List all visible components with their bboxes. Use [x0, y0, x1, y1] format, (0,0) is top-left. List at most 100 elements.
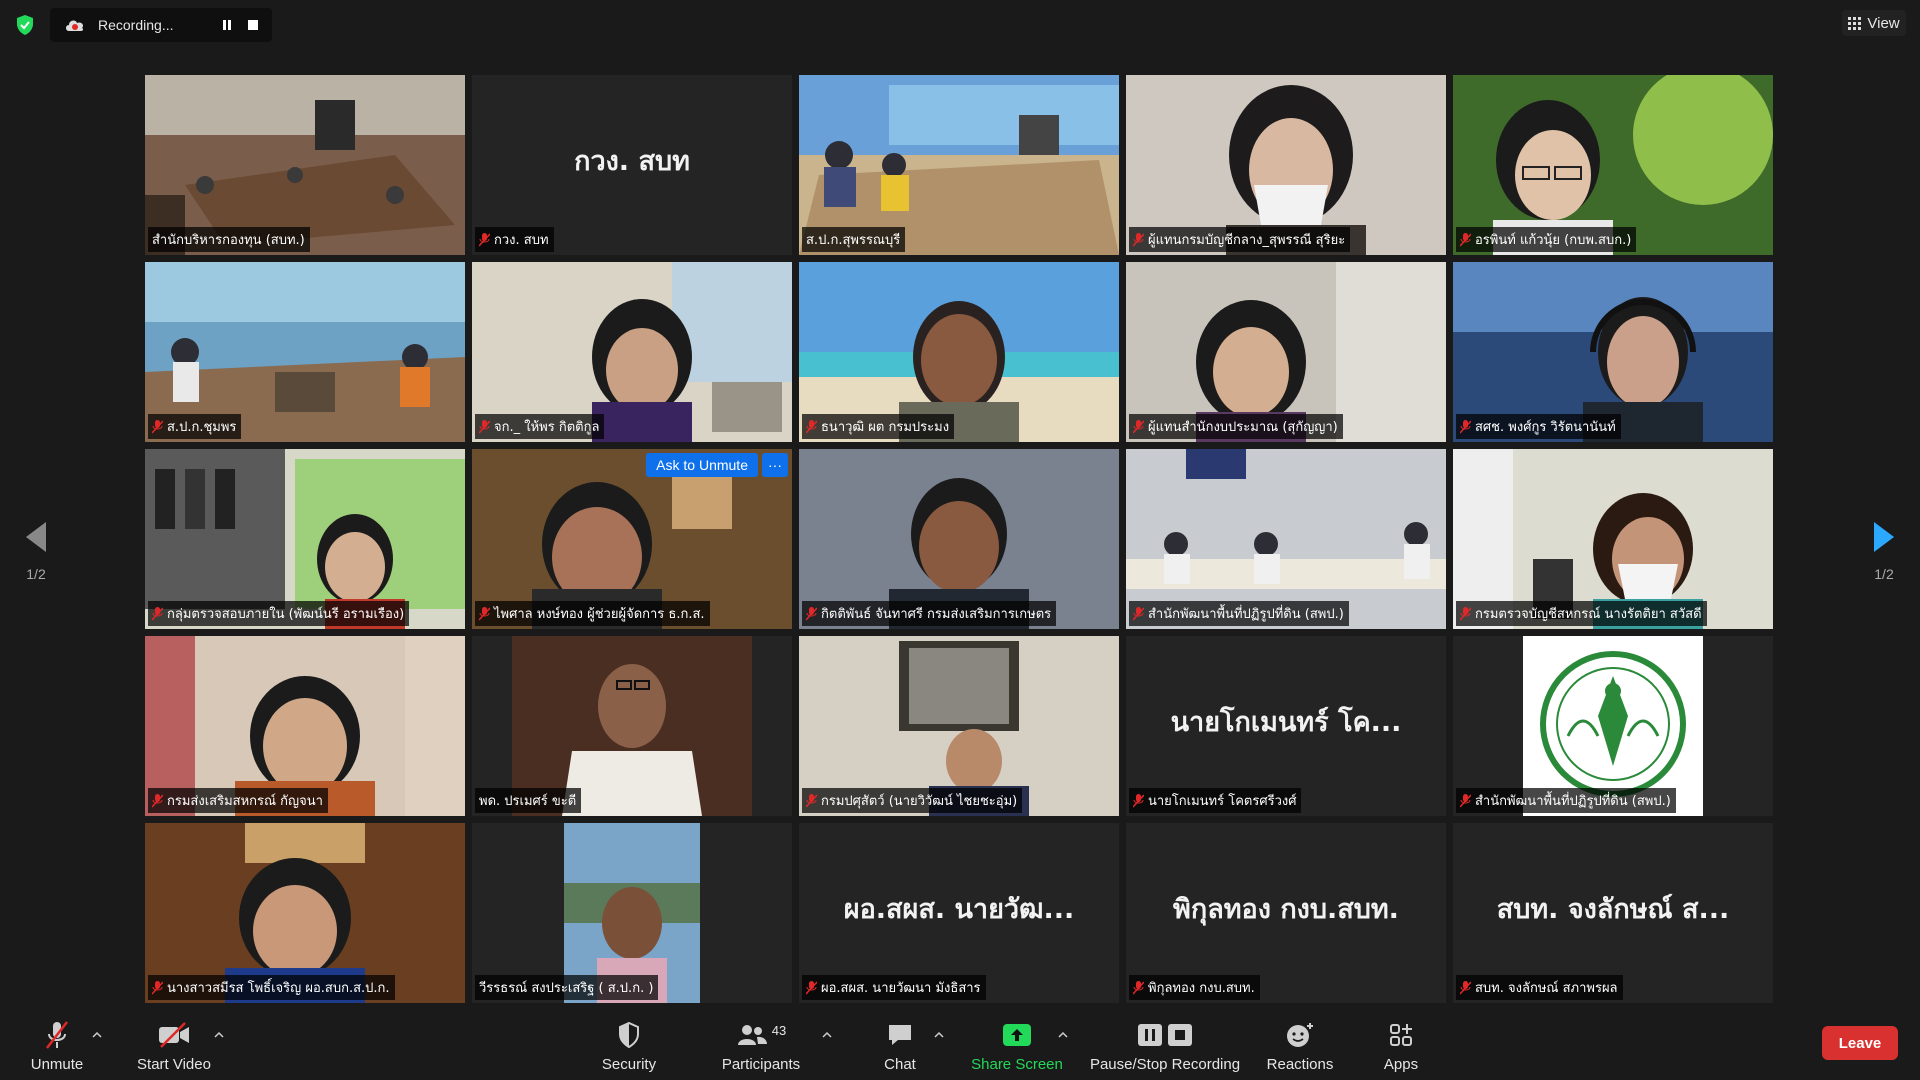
muted-mic-icon — [479, 606, 490, 621]
participant-name: วีรรธรณ์ สงประเสริฐ ( ส.ป.ก. ) — [475, 975, 659, 1000]
meeting-toolbar: Unmute Start Video Security 43 Participa… — [0, 1008, 1920, 1080]
participants-options-caret-icon[interactable] — [820, 1030, 834, 1040]
share-options-caret-icon[interactable] — [1056, 1030, 1070, 1040]
share-screen-button[interactable]: Share Screen — [968, 1014, 1066, 1078]
participant-tile[interactable]: Ask to Unmute ··· ไพศาล หงษ์ทอง ผู้ช่วยผ… — [472, 449, 792, 629]
muted-mic-icon — [1460, 419, 1471, 434]
participant-tile[interactable]: ผู้แทนกรมบัญชีกลาง_สุพรรณี สุริยะ — [1126, 75, 1446, 255]
participant-tile[interactable]: สบท. จงลักษณ์ ส... สบท. จงลักษณ์ สภาพรผล — [1453, 823, 1773, 1003]
participant-tile[interactable]: นางสาวสมีรส โพธิ์เจริญ ผอ.สบก.ส.ป.ก. — [145, 823, 465, 1003]
participant-tile[interactable]: กิตติพันธ์ จันทาศรี กรมส่งเสริมการเกษตร — [799, 449, 1119, 629]
participant-tile-active-speaker[interactable]: พด. ปรเมศร์ ขะตี — [472, 636, 792, 816]
unmute-button[interactable]: Unmute — [28, 1014, 86, 1078]
participant-tile[interactable]: กวง. สบท กวง. สบท — [472, 75, 792, 255]
participant-name: กรมส่งเสริมสหกรณ์ กัญจนา — [148, 788, 328, 813]
video-off-icon — [159, 1022, 189, 1048]
participant-tile[interactable]: ธนาวุฒิ ผต กรมประมง — [799, 262, 1119, 442]
participant-tile[interactable]: ผอ.สผส. นายวัฒ... ผอ.สผส. นายวัฒนา มังธิ… — [799, 823, 1119, 1003]
security-shield-icon[interactable] — [14, 14, 36, 36]
participant-name: สำนักพัฒนาพื้นที่ปฏิรูปที่ดิน (สพป.) — [1456, 788, 1676, 813]
participant-tile[interactable]: สำนักบริหารกองทุน (สบท.) — [145, 75, 465, 255]
arrow-left-icon[interactable] — [24, 520, 48, 554]
participants-icon — [737, 1025, 767, 1045]
page-right: 1/2 — [1864, 520, 1904, 582]
participant-display-name: นายโกเมนทร์ โค... — [1170, 707, 1402, 739]
muted-mic-icon — [1133, 606, 1144, 621]
pause-recording-button[interactable] — [214, 12, 240, 38]
recording-indicator: Recording... — [50, 8, 272, 42]
chat-button[interactable]: Chat — [878, 1014, 922, 1078]
participant-tile[interactable]: ส.ป.ก.ชุมพร — [145, 262, 465, 442]
recording-label: Recording... — [98, 17, 174, 33]
more-options-button[interactable]: ··· — [762, 453, 788, 477]
participant-name: สศช. พงศ์กูร วิรัตนานันท์ — [1456, 414, 1621, 439]
participant-display-name: ผอ.สผส. นายวัฒ... — [843, 894, 1075, 926]
participant-tile[interactable]: พิกุลทอง กงบ.สบท. พิกุลทอง กงบ.สบท. — [1126, 823, 1446, 1003]
participant-tile[interactable]: สำนักพัฒนาพื้นที่ปฏิรูปที่ดิน (สพป.) — [1126, 449, 1446, 629]
start-video-button[interactable]: Start Video — [132, 1014, 216, 1078]
leave-button[interactable]: Leave — [1822, 1026, 1898, 1060]
reactions-label: Reactions — [1266, 1056, 1334, 1073]
participant-name: กิตติพันธ์ จันทาศรี กรมส่งเสริมการเกษตร — [802, 601, 1057, 626]
participant-tile[interactable]: กรมส่งเสริมสหกรณ์ กัญจนา — [145, 636, 465, 816]
apps-button[interactable]: Apps — [1380, 1014, 1422, 1078]
participant-display-name: สบท. จงลักษณ์ ส... — [1496, 894, 1730, 926]
pause-icon — [1138, 1024, 1162, 1046]
participant-tile[interactable]: อรพินท์ แก้วนุ้ย (กบพ.สบก.) — [1453, 75, 1773, 255]
participant-name: สำนักบริหารกองทุน (สบท.) — [148, 227, 310, 252]
muted-mic-icon — [1133, 419, 1144, 434]
participant-display-name: กวง. สบท — [574, 146, 690, 178]
muted-mic-icon — [152, 793, 163, 808]
video-options-caret-icon[interactable] — [212, 1030, 226, 1040]
participants-button[interactable]: 43 Participants — [718, 1014, 804, 1078]
muted-mic-icon — [1460, 606, 1471, 621]
chat-icon — [889, 1025, 911, 1045]
participant-tile[interactable]: กรมปศุสัตว์ (นายวิวัฒน์ ไชยชะอุ่ม) — [799, 636, 1119, 816]
participant-tile[interactable]: กรมตรวจบัญชีสหกรณ์ นางรัตติยา สวัสดี — [1453, 449, 1773, 629]
view-label: View — [1867, 14, 1900, 32]
page-indicator-left: 1/2 — [26, 566, 46, 582]
arrow-right-icon[interactable] — [1872, 520, 1896, 554]
shield-icon — [619, 1021, 639, 1049]
view-button[interactable]: View — [1842, 10, 1906, 36]
muted-mic-icon — [1460, 232, 1471, 247]
participant-name: ส.ป.ก.ชุมพร — [148, 414, 242, 439]
participant-name: ผอ.สผส. นายวัฒนา มังธิสาร — [802, 975, 986, 1000]
participant-name: ผู้แทนกรมบัญชีกลาง_สุพรรณี สุริยะ — [1129, 227, 1351, 252]
participant-name: สำนักพัฒนาพื้นที่ปฏิรูปที่ดิน (สพป.) — [1129, 601, 1349, 626]
participant-name: ส.ป.ก.สุพรรณบุรี — [802, 227, 906, 252]
participant-tile[interactable]: ผู้แทนสำนักงบประมาณ (สุกัญญา) — [1126, 262, 1446, 442]
muted-mic-icon — [152, 419, 163, 434]
participant-name: จก._ ให้พร กิตติกูล — [475, 414, 605, 439]
participant-name: พด. ปรเมศร์ ขะตี — [475, 788, 582, 813]
participant-tile[interactable]: วีรรธรณ์ สงประเสริฐ ( ส.ป.ก. ) — [472, 823, 792, 1003]
pause-stop-recording-button[interactable]: Pause/Stop Recording — [1090, 1014, 1240, 1078]
participant-display-name: พิกุลทอง กงบ.สบท. — [1173, 894, 1399, 926]
reactions-button[interactable]: Reactions — [1266, 1014, 1334, 1078]
participant-name: กวง. สบท — [475, 227, 554, 252]
stop-recording-button[interactable] — [240, 12, 266, 38]
muted-mic-icon — [1460, 793, 1471, 808]
unmute-label: Unmute — [30, 1056, 84, 1073]
participant-name: กลุ่มตรวจสอบภายใน (พัฒน์นรี อรามเรือง) — [148, 601, 410, 626]
audio-options-caret-icon[interactable] — [90, 1030, 104, 1040]
participant-tile[interactable]: สศช. พงศ์กูร วิรัตนานันท์ — [1453, 262, 1773, 442]
muted-mic-icon — [806, 793, 817, 808]
muted-mic-icon — [806, 606, 817, 621]
security-button[interactable]: Security — [594, 1014, 664, 1078]
participant-tile[interactable]: นายโกเมนทร์ โค... นายโกเมนทร์ โคตรศรีวงศ… — [1126, 636, 1446, 816]
apps-icon — [1390, 1024, 1412, 1046]
grid-icon — [1848, 16, 1862, 30]
security-label: Security — [601, 1056, 657, 1073]
participant-tile[interactable]: จก._ ให้พร กิตติกูล — [472, 262, 792, 442]
participant-name: กรมตรวจบัญชีสหกรณ์ นางรัตติยา สวัสดี — [1456, 601, 1707, 626]
participant-name: นางสาวสมีรส โพธิ์เจริญ ผอ.สบก.ส.ป.ก. — [148, 975, 395, 1000]
pause-stop-label: Pause/Stop Recording — [1089, 1056, 1241, 1073]
participant-tile[interactable]: กลุ่มตรวจสอบภายใน (พัฒน์นรี อรามเรือง) — [145, 449, 465, 629]
participant-tile[interactable]: สำนักพัฒนาพื้นที่ปฏิรูปที่ดิน (สพป.) — [1453, 636, 1773, 816]
chat-options-caret-icon[interactable] — [932, 1030, 946, 1040]
participant-tile[interactable]: ส.ป.ก.สุพรรณบุรี — [799, 75, 1119, 255]
share-screen-label: Share Screen — [971, 1056, 1063, 1073]
ask-to-unmute-button[interactable]: Ask to Unmute — [646, 453, 758, 477]
start-video-label: Start Video — [137, 1056, 211, 1073]
